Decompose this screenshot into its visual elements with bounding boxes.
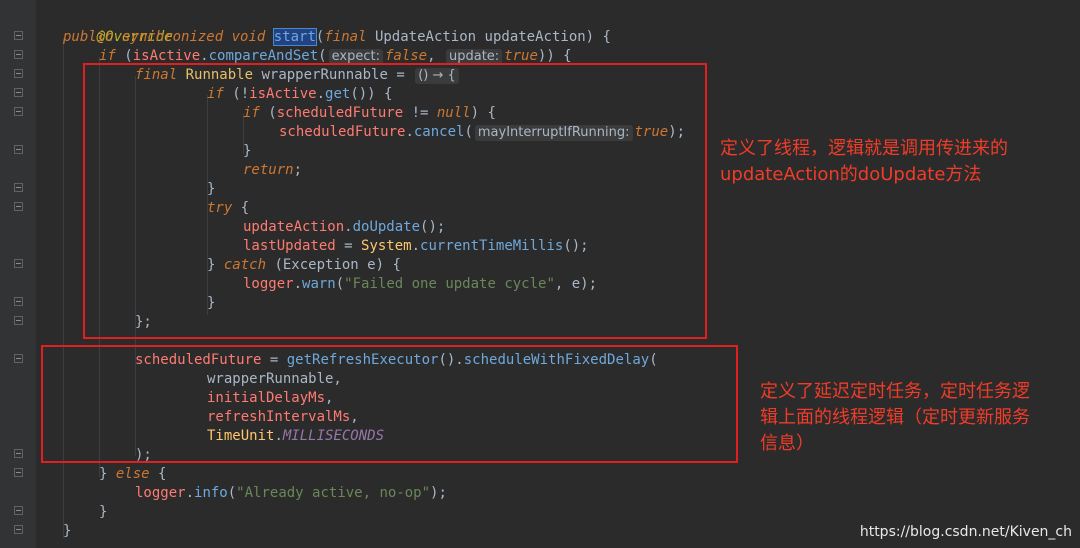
code-token: } (99, 466, 116, 482)
annotation-line: 信息） (760, 433, 814, 454)
fold-marker-icon[interactable] (14, 50, 23, 59)
code-token: . (200, 48, 209, 64)
code-line[interactable]: } (63, 522, 71, 541)
highlight-box-runnable (83, 63, 707, 339)
code-token: ( (227, 485, 237, 501)
fold-marker-icon[interactable] (14, 316, 23, 325)
annotation-line: updateAction的doUpdate方法 (720, 164, 982, 185)
selected-method-name[interactable]: start (272, 28, 317, 46)
fold-marker-icon[interactable] (14, 468, 23, 477)
keyword-token: public (63, 29, 114, 45)
editor-gutter (0, 0, 36, 548)
annotation-line: 定义了线程，逻辑就是调用传进来的 (720, 138, 1008, 159)
watermark: https://blog.csdn.net/Kiven_ch (859, 524, 1072, 540)
code-line[interactable]: @Override (63, 9, 173, 45)
code-token: ( (115, 48, 133, 64)
method-token: compareAndSet (208, 48, 319, 64)
code-token: updateAction) { (476, 29, 611, 45)
keyword-token: false (384, 48, 428, 64)
fold-marker-icon[interactable] (14, 506, 23, 515)
fold-marker-icon[interactable] (14, 107, 23, 116)
type-token: UpdateAction (374, 29, 477, 45)
method-token: info (194, 485, 228, 501)
code-line[interactable]: public synchronized void start(final Upd… (63, 28, 611, 47)
fold-marker-icon[interactable] (14, 31, 23, 40)
keyword-token: else (115, 466, 150, 482)
code-token: , (427, 48, 436, 64)
code-token: ); (430, 485, 447, 501)
keyword-token: final (324, 29, 367, 45)
code-token: . (185, 485, 195, 501)
keyword-token: if (99, 48, 116, 64)
keyword-token: void (231, 29, 266, 45)
annotation-line: 辑上面的线程逻辑（定时更新服务 (760, 407, 1030, 428)
fold-marker-icon[interactable] (14, 297, 23, 306)
fold-marker-icon[interactable] (14, 183, 23, 192)
fold-marker-icon[interactable] (14, 525, 23, 534)
fold-marker-icon[interactable] (14, 449, 23, 458)
code-token: )) { (537, 48, 572, 64)
fold-marker-icon[interactable] (14, 354, 23, 363)
annotation-schedule: 定义了延迟定时任务，定时任务逻 辑上面的线程逻辑（定时更新服务 信息） (760, 379, 1078, 457)
fold-marker-icon[interactable] (14, 88, 23, 97)
code-token: { (149, 466, 167, 482)
annotation-line: 定义了延迟定时任务，定时任务逻 (760, 381, 1030, 402)
keyword-token: synchronized (122, 29, 224, 45)
code-token: } (63, 523, 72, 539)
fold-marker-icon[interactable] (14, 69, 23, 78)
fold-marker-icon[interactable] (14, 145, 23, 154)
fold-marker-icon[interactable] (14, 259, 23, 268)
field-token: logger (135, 485, 186, 501)
field-token: isActive (132, 48, 201, 64)
highlight-box-schedule (41, 345, 738, 463)
annotation-runnable: 定义了线程，逻辑就是调用传进来的 updateAction的doUpdate方法 (720, 136, 1075, 188)
code-line[interactable]: logger.info("Already active, no-op"); (135, 484, 447, 503)
indent-guide (63, 38, 64, 538)
string-token: "Already active, no-op" (236, 485, 431, 501)
keyword-token: true (504, 48, 538, 64)
code-token: } (99, 504, 108, 520)
code-line[interactable]: } (99, 503, 107, 522)
code-line[interactable]: } else { (99, 465, 166, 484)
code-token: ( (318, 48, 327, 64)
fold-marker-icon[interactable] (14, 202, 23, 211)
